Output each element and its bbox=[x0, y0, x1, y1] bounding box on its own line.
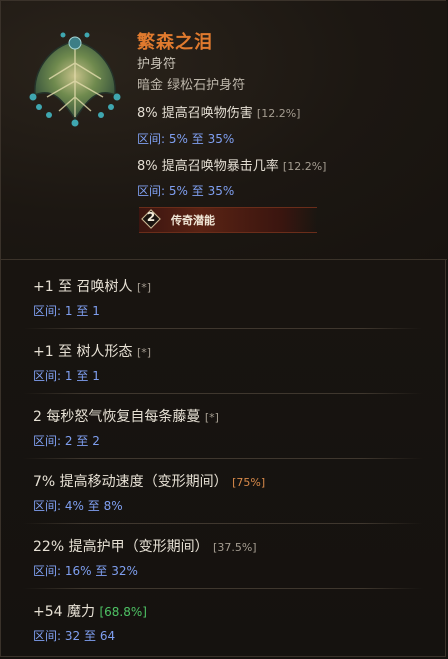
range-max: 2 bbox=[92, 434, 100, 448]
range-label: 区间 bbox=[33, 499, 58, 513]
range-min: 5% bbox=[168, 184, 188, 198]
range-label: 区间 bbox=[33, 564, 58, 578]
affix-range: 区间: 1 至 1 bbox=[33, 367, 100, 384]
affix-line: 2 每秒怒气恢复自每条藤蔓 [*] bbox=[33, 406, 219, 426]
affix-mana: +54 魔力 [68.8%] 区间: 32 至 64 bbox=[1, 589, 447, 653]
range-min: 5% bbox=[168, 132, 188, 146]
affix-line: 22% 提高护甲（变形期间） [37.5%] bbox=[33, 536, 257, 556]
affix-armor: 22% 提高护甲（变形期间） [37.5%] 区间: 16% 至 32% bbox=[1, 524, 447, 588]
affix-text: 8% 提高召唤物伤害 bbox=[137, 106, 253, 121]
header-affix-summon-crit: 8% 提高召唤物暴击几率 [12.2%] bbox=[137, 155, 326, 174]
affix-text: 7% 提高移动速度（变形期间） bbox=[33, 474, 228, 490]
legendary-potential-banner: 2 传奇潜能 bbox=[139, 207, 317, 233]
range-label: 区间 bbox=[33, 369, 58, 383]
range-max: 64 bbox=[99, 629, 116, 643]
affix-treant-form: +1 至 树人形态 [*] 区间: 1 至 1 bbox=[1, 329, 447, 393]
affix-text: +1 至 召唤树人 bbox=[33, 279, 133, 295]
affix-roll-bracket: [12.2%] bbox=[256, 107, 301, 120]
affix-roll-bracket: [*] bbox=[137, 281, 152, 294]
affix-line: 7% 提高移动速度（变形期间） [75%] bbox=[33, 471, 265, 491]
range-colon: : bbox=[57, 304, 65, 318]
range-min: 4% bbox=[64, 499, 84, 513]
affix-rage-regen: 2 每秒怒气恢复自每条藤蔓 [*] 区间: 2 至 2 bbox=[1, 394, 447, 458]
affix-text: +1 至 树人形态 bbox=[33, 344, 133, 360]
affix-roll-bracket: [12.2%] bbox=[282, 160, 327, 173]
affix-line: +54 魔力 [68.8%] bbox=[33, 601, 147, 621]
affix-summon-treant: +1 至 召唤树人 [*] 区间: 1 至 1 bbox=[1, 264, 447, 328]
range-min: 2 bbox=[64, 434, 73, 448]
tooltip-header: 繁森之泪 护身符 暗金 绿松石护身符 8% 提高召唤物伤害 [12.2%] 区间… bbox=[1, 1, 447, 260]
affix-roll-bracket: [*] bbox=[204, 411, 219, 424]
header-affix-range: 区间: 5% 至 35% bbox=[137, 182, 234, 199]
range-colon: : bbox=[161, 184, 169, 198]
range-max: 35% bbox=[207, 132, 235, 146]
potential-number: 2 bbox=[146, 210, 156, 224]
affix-range: 区间: 2 至 2 bbox=[33, 432, 100, 449]
range-sep: 至 bbox=[76, 369, 89, 383]
affix-roll-bracket: [75%] bbox=[232, 476, 266, 489]
range-min: 1 bbox=[64, 304, 73, 318]
range-max: 1 bbox=[92, 369, 100, 383]
range-colon: : bbox=[57, 434, 65, 448]
affix-text: 22% 提高护甲（变形期间） bbox=[33, 539, 209, 555]
range-min: 16% bbox=[64, 564, 92, 578]
affix-text: 8% 提高召唤物暴击几率 bbox=[137, 159, 279, 174]
range-min: 1 bbox=[64, 369, 73, 383]
range-colon: : bbox=[161, 132, 169, 146]
range-label: 区间 bbox=[33, 629, 58, 643]
item-type: 护身符 bbox=[137, 57, 177, 72]
range-colon: : bbox=[57, 564, 65, 578]
affix-text: 2 每秒怒气恢复自每条藤蔓 bbox=[33, 409, 201, 425]
range-sep: 至 bbox=[76, 434, 89, 448]
range-max: 32% bbox=[111, 564, 138, 578]
affix-move-speed: 7% 提高移动速度（变形期间） [75%] 区间: 4% 至 8% bbox=[1, 459, 447, 523]
range-sep: 至 bbox=[95, 564, 108, 578]
affix-range: 区间: 1 至 1 bbox=[33, 302, 100, 319]
range-label: 区间 bbox=[137, 184, 162, 198]
header-affix-range: 区间: 5% 至 35% bbox=[137, 130, 234, 147]
header-affix-summon-damage: 8% 提高召唤物伤害 [12.2%] bbox=[137, 102, 300, 121]
affix-text: +54 魔力 bbox=[33, 604, 95, 620]
range-max: 8% bbox=[103, 499, 123, 513]
range-colon: : bbox=[57, 629, 65, 643]
affix-roll-bracket: [*] bbox=[137, 346, 152, 359]
range-colon: : bbox=[57, 499, 65, 513]
range-colon: : bbox=[57, 369, 65, 383]
range-sep: 至 bbox=[191, 184, 204, 198]
range-sep: 至 bbox=[83, 629, 96, 643]
item-subtype: 暗金 绿松石护身符 bbox=[137, 78, 246, 93]
range-sep: 至 bbox=[76, 304, 89, 318]
item-tooltip: 繁森之泪 护身符 暗金 绿松石护身符 8% 提高召唤物伤害 [12.2%] 区间… bbox=[0, 0, 447, 657]
range-min: 32 bbox=[64, 629, 81, 643]
affix-line: +1 至 树人形态 [*] bbox=[33, 341, 151, 361]
range-max: 1 bbox=[92, 304, 100, 318]
range-label: 区间 bbox=[137, 132, 162, 146]
affix-range: 区间: 32 至 64 bbox=[33, 627, 115, 644]
affix-range: 区间: 16% 至 32% bbox=[33, 562, 138, 579]
range-sep: 至 bbox=[87, 499, 100, 513]
range-label: 区间 bbox=[33, 434, 58, 448]
affix-roll-bracket: [37.5%] bbox=[213, 541, 257, 554]
item-name: 繁森之泪 bbox=[137, 32, 213, 53]
range-sep: 至 bbox=[191, 132, 204, 146]
leaf-amulet-icon bbox=[19, 23, 131, 135]
affix-line: +1 至 召唤树人 [*] bbox=[33, 276, 151, 296]
range-max: 35% bbox=[207, 184, 235, 198]
range-label: 区间 bbox=[33, 304, 58, 318]
affix-range: 区间: 4% 至 8% bbox=[33, 497, 123, 514]
potential-label: 传奇潜能 bbox=[171, 214, 215, 227]
affix-roll-bracket: [68.8%] bbox=[99, 605, 147, 619]
